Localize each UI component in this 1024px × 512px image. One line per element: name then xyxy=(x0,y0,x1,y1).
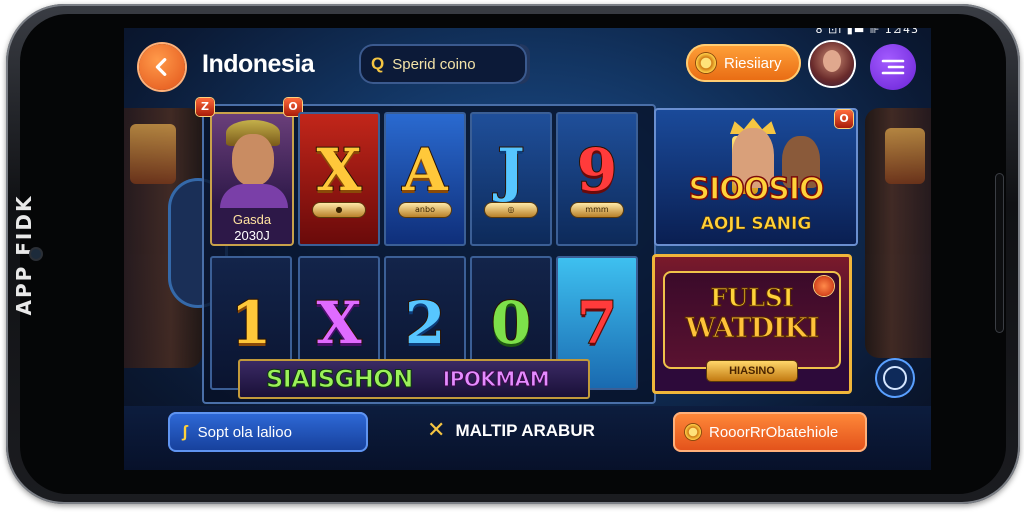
symbol-tag: anbo xyxy=(399,203,451,217)
bottom-left-button[interactable]: ʃ Sopt ola lalioo xyxy=(168,412,368,452)
symbol-glyph: 1 xyxy=(230,289,272,357)
bottom-right-label: RooorRrObatehiole xyxy=(709,423,839,441)
promo-bottom-pill: HIASINO xyxy=(707,361,797,381)
app-screen: 8 ⊡l ▮▬ ⊪ 1⊿43 Indonesia Q Sperid coino … xyxy=(124,28,931,470)
bottom-right-button[interactable]: RooorRrObatehiole xyxy=(673,412,867,452)
machine-light xyxy=(130,124,176,184)
slot-reels-panel: Gasda 2030J Z O X ● A anbo J ◎ 9 mmm 1 X… xyxy=(196,98,656,404)
promo-gem-icon xyxy=(814,276,834,296)
promo-top-subtitle: AOJL SANIG xyxy=(700,214,812,235)
lightning-icon: ʃ xyxy=(182,422,188,441)
cross-swords-icon: ✕ xyxy=(427,418,446,443)
featured-game-name: Gasda xyxy=(232,212,272,227)
balance-label: Riesiiary xyxy=(724,54,782,72)
character-face xyxy=(232,134,274,186)
bottom-center-link[interactable]: ✕ MALTIP ARABUR xyxy=(427,420,595,442)
corner-badge: Z xyxy=(196,98,214,116)
bottom-left-label: Sopt ola lalioo xyxy=(197,423,292,441)
avatar[interactable] xyxy=(810,42,854,86)
coin-icon xyxy=(696,53,716,73)
search-icon: Q xyxy=(371,54,385,73)
chevron-left-icon xyxy=(155,58,167,76)
page-title: Indonesia xyxy=(202,50,315,78)
reel-symbol[interactable]: A anbo xyxy=(384,112,466,246)
symbol-tag: ● xyxy=(313,203,365,217)
slot-machine-decoration-right xyxy=(865,108,931,358)
search-placeholder: Sperid coino xyxy=(392,55,476,73)
promo-bottom-line2: WATDIKI xyxy=(685,313,820,345)
bottom-center-label: MALTIP ARABUR xyxy=(455,421,595,440)
circle-icon xyxy=(883,366,907,390)
symbol-glyph: J xyxy=(496,136,525,204)
promo-card-top[interactable]: SIOOSIO AOJL SANIG xyxy=(654,108,858,246)
bottom-bar: ʃ Sopt ola lalioo ✕ MALTIP ARABUR RooorR… xyxy=(124,406,931,470)
symbol-glyph: X xyxy=(315,289,362,357)
menu-icon xyxy=(881,59,905,75)
featured-game-value: 2030J xyxy=(234,228,270,243)
floating-action-button[interactable] xyxy=(875,358,915,398)
reel-symbol[interactable]: J ◎ xyxy=(470,112,552,246)
symbol-tag: ◎ xyxy=(485,203,537,217)
symbol-glyph: 7 xyxy=(576,289,618,357)
side-button xyxy=(996,174,1003,332)
promo-card-bottom[interactable]: FULSI WATDIKI HIASINO xyxy=(652,254,852,394)
reel-symbol[interactable]: 9 mmm xyxy=(556,112,638,246)
search-input[interactable]: Q Sperid coino xyxy=(359,44,527,84)
back-button[interactable] xyxy=(139,44,185,90)
strip-title-right: IPOKMAM xyxy=(442,367,550,392)
machine-light xyxy=(885,128,925,184)
promo-corner-badge: O xyxy=(835,110,853,128)
symbol-glyph: X xyxy=(315,136,362,204)
coin-icon xyxy=(685,424,701,440)
symbol-glyph: A xyxy=(401,136,448,204)
camera-icon xyxy=(31,249,41,259)
symbol-glyph: 2 xyxy=(404,289,446,357)
status-bar: 8 ⊡l ▮▬ ⊪ 1⊿43 xyxy=(815,28,919,36)
symbol-glyph: 0 xyxy=(490,289,532,357)
balance-button[interactable]: Riesiiary xyxy=(686,44,801,82)
featured-game-card[interactable]: Gasda 2030J xyxy=(210,112,294,246)
strip-title-left: SIAISGHON xyxy=(266,365,414,394)
reel-symbol[interactable]: X ● xyxy=(298,112,380,246)
symbol-tag: mmm xyxy=(571,203,623,217)
menu-button[interactable] xyxy=(870,44,916,90)
character-body xyxy=(220,184,288,208)
symbol-glyph: 9 xyxy=(576,136,618,204)
game-title-strip[interactable]: SIAISGHON IPOKMAM xyxy=(238,359,590,399)
promo-top-title: SIOOSIO xyxy=(688,171,826,208)
